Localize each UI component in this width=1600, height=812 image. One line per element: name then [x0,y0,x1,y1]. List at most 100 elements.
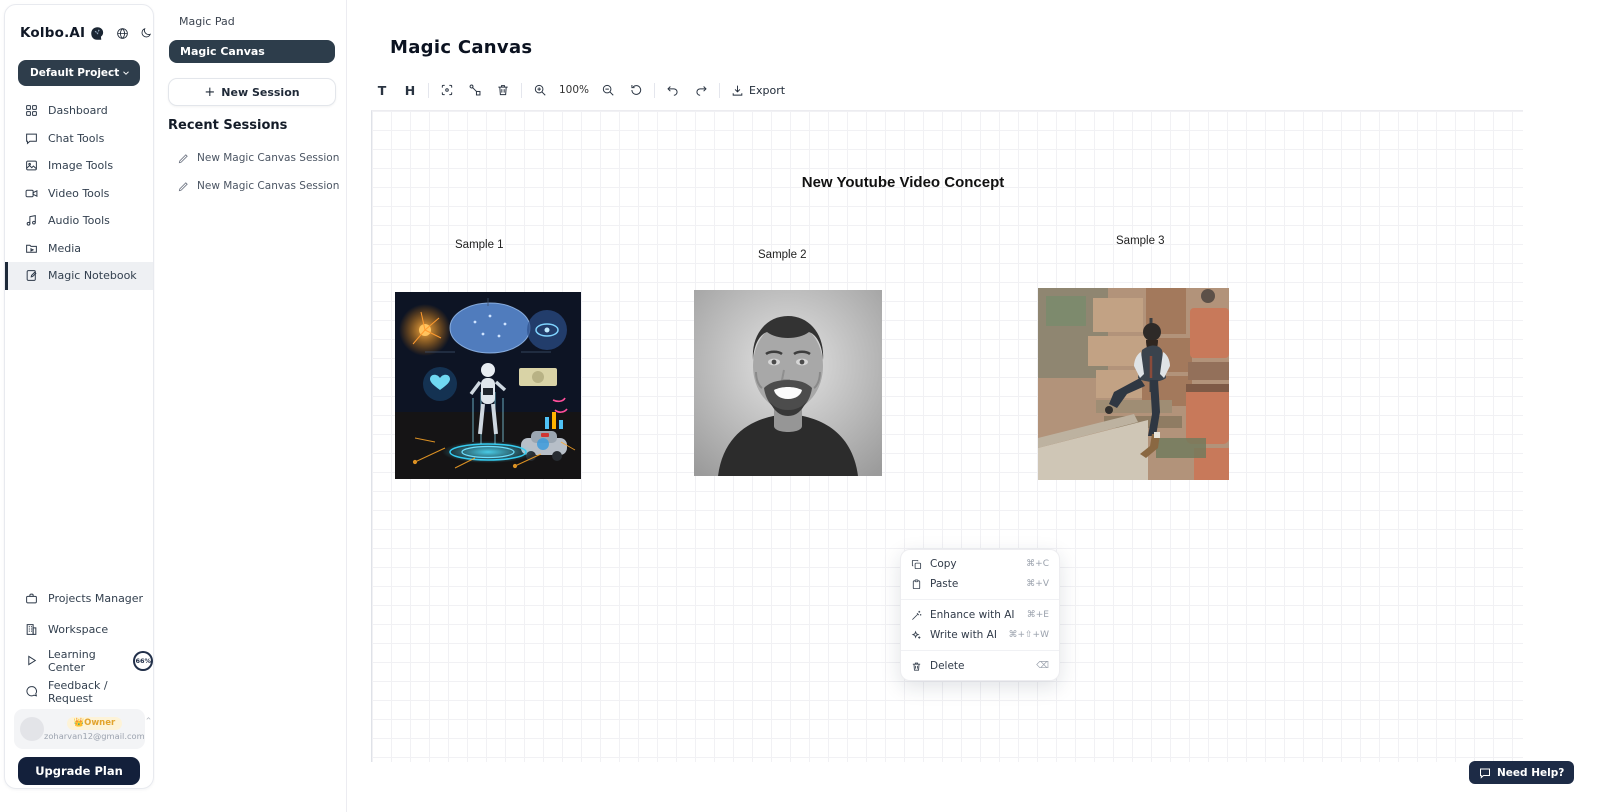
upgrade-plan-button[interactable]: Upgrade Plan [18,757,140,785]
reset-view-button[interactable] [625,79,647,101]
brand-logo: Kolbo.AI [20,25,85,41]
owner-role-badge: 👑Owner [67,717,123,730]
language-globe-icon[interactable] [116,27,129,40]
delete-tool-button[interactable] [492,79,514,101]
zoom-out-button[interactable] [597,79,619,101]
sessions-panel: Magic Pad Magic Canvas + New Session Rec… [155,0,347,812]
canvas-toolbar: T H 100% Export [371,78,789,102]
video-icon [25,187,38,200]
chevron-up-icon [145,715,152,722]
zoom-in-button[interactable] [529,79,551,101]
text-tool-button[interactable]: T [371,79,393,101]
context-item-label: Write with AI [930,629,997,641]
sidebar-footer-nav: Projects Manager Workspace Learning Cent… [5,583,153,707]
sidebar-item-label: Dashboard [48,104,108,117]
notebook-icon [25,269,38,282]
pencil-icon [178,153,189,164]
trash-icon [911,661,922,672]
briefcase-icon [25,592,38,605]
session-list-item[interactable]: New Magic Canvas Session [178,152,339,164]
context-item-label: Delete [930,660,965,672]
session-item-label: New Magic Canvas Session [197,152,339,164]
canvas-grid-area[interactable]: New Youtube Video Concept Sample 1 Sampl… [371,110,1523,762]
sidebar-item-audio-tools[interactable]: Audio Tools [5,207,153,235]
context-menu-item-copy[interactable]: Copy ⌘+C [901,554,1059,574]
brand-row: Kolbo.AI [20,25,142,41]
user-account-card[interactable]: 👑Owner zoharvan12@gmail.com [14,709,145,749]
canvas-image-sample-2[interactable] [694,290,882,476]
need-help-button[interactable]: Need Help? [1469,761,1574,784]
sidebar-item-projects-manager[interactable]: Projects Manager [5,583,153,614]
sample-2-label[interactable]: Sample 2 [758,249,807,261]
sidebar-item-learning-center[interactable]: Learning Center 66% [5,645,153,676]
canvas-image-sample-1[interactable] [395,292,581,479]
canvas-image-sample-3[interactable] [1038,288,1229,480]
sample-3-label[interactable]: Sample 3 [1116,235,1165,247]
flow-connector-button[interactable] [464,79,486,101]
undo-button[interactable] [662,79,684,101]
context-item-shortcut: ⌫ [1036,661,1049,671]
context-item-shortcut: ⌘+C [1026,559,1049,569]
page-title: Magic Canvas [390,37,532,58]
chevron-down-icon [121,68,131,78]
context-item-shortcut: ⌘+E [1027,610,1049,620]
context-menu-item-enhance-with-ai[interactable]: Enhance with AI ⌘+E [901,605,1059,625]
audio-icon [25,214,38,227]
image-icon [25,159,38,172]
toolbar-divider [719,83,720,98]
sidebar-item-image-tools[interactable]: Image Tools [5,152,153,180]
sidebar-item-video-tools[interactable]: Video Tools [5,180,153,208]
sidebar-item-chat-tools[interactable]: Chat Tools [5,125,153,153]
redo-button[interactable] [690,79,712,101]
project-selector-label: Default Project [30,67,119,79]
sidebar-item-feedback[interactable]: Feedback / Request [5,676,153,707]
sidebar-item-label: Workspace [48,623,108,636]
tab-magic-canvas[interactable]: Magic Canvas [169,40,335,63]
tab-magic-pad[interactable]: Magic Pad [179,15,235,28]
select-region-button[interactable] [436,79,458,101]
export-button[interactable]: Export [727,84,789,97]
project-selector[interactable]: Default Project [18,60,140,86]
context-menu-item-paste[interactable]: Paste ⌘+V [901,574,1059,594]
user-email: zoharvan12@gmail.com [44,731,145,741]
heading-tool-button[interactable]: H [399,79,421,101]
dark-mode-moon-icon[interactable] [140,27,152,39]
need-help-label: Need Help? [1497,767,1564,779]
copy-icon [911,559,922,570]
magic-wand-icon [911,610,922,621]
recent-sessions-heading: Recent Sessions [168,118,287,133]
session-list-item[interactable]: New Magic Canvas Session [178,180,339,192]
context-menu-item-write-with-ai[interactable]: Write with AI ⌘+⇧+W [901,625,1059,645]
paste-icon [911,579,922,590]
sidebar-item-dashboard[interactable]: Dashboard [5,97,153,125]
primary-sidebar: Kolbo.AI Default Project Dashboard Chat … [4,4,154,789]
zoom-level-value[interactable]: 100% [551,84,597,96]
upgrade-plan-label: Upgrade Plan [35,764,123,778]
toolbar-divider [654,83,655,98]
context-menu-item-delete[interactable]: Delete ⌫ [901,656,1059,676]
learning-progress-badge: 66% [133,651,153,671]
building-icon [25,623,38,636]
crown-icon: 👑 [74,718,85,728]
role-label: Owner [84,718,115,728]
context-item-label: Paste [930,578,958,590]
context-menu-divider [901,599,1059,600]
context-item-shortcut: ⌘+V [1026,579,1049,589]
tab-magic-canvas-label: Magic Canvas [180,45,265,58]
sidebar-item-media[interactable]: Media [5,235,153,263]
pencil-icon [178,181,189,192]
session-item-label: New Magic Canvas Session [197,180,339,192]
play-icon [25,654,38,667]
sidebar-item-label: Chat Tools [48,132,104,145]
context-item-shortcut: ⌘+⇧+W [1008,630,1049,640]
sidebar-item-label: Audio Tools [48,214,110,227]
sidebar-item-workspace[interactable]: Workspace [5,614,153,645]
toolbar-divider [428,83,429,98]
user-meta: 👑Owner zoharvan12@gmail.com [44,717,145,741]
dashboard-icon [25,104,38,117]
new-session-button[interactable]: + New Session [168,78,336,106]
sample-1-label[interactable]: Sample 1 [455,239,504,251]
main-content: Magic Canvas T H 100% Export New Youtube… [347,0,1600,812]
canvas-text-title[interactable]: New Youtube Video Concept [793,174,1013,191]
sidebar-item-magic-notebook[interactable]: Magic Notebook [5,262,153,290]
